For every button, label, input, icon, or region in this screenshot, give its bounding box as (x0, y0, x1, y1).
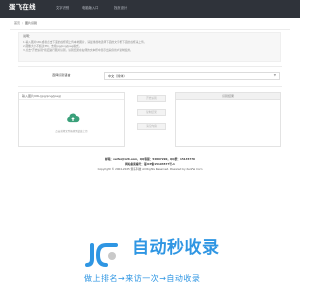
upload-dropzone-hint: 点击或将文件拖拽到此处上传 (55, 130, 88, 133)
instruction-line: 3.点击"开始识别"按钮进行图片识别，识别结果在右侧的文本框中显示出来供用户复制… (23, 48, 133, 53)
image-upload-panel[interactable]: 输入图片URL(jpg/png/jpeg) 点击或将文件拖拽到此处上传 (18, 92, 125, 147)
copy-result-button[interactable]: 复制结果 (137, 109, 166, 116)
breadcrumb-separator: / (21, 21, 23, 25)
breadcrumb-current: 图片识别 (24, 21, 37, 25)
result-title: 识别结果 (176, 93, 280, 100)
breadcrumb-home-link[interactable]: 首页 (14, 21, 20, 25)
watermark-logo: 自动秒收录 做上排名→来访一次→自动收录 (82, 238, 282, 290)
instructions-title: 说明： (23, 34, 33, 38)
cloud-upload-icon (67, 113, 80, 123)
clear-button[interactable]: 清空内容 (137, 123, 166, 130)
watermark-badge-icon (85, 243, 118, 267)
top-navbar: 蛋飞在线 文字识别 电脑版入口 找页设计 (0, 0, 300, 18)
image-url-input[interactable]: 输入图片URL(jpg/png/jpeg) (19, 93, 124, 100)
site-logo[interactable]: 蛋飞在线 (9, 3, 36, 12)
breadcrumb: 首页 / 图片识别 (14, 21, 37, 26)
nav-link-text-recognition[interactable]: 文字识别 (56, 6, 69, 11)
language-select[interactable]: 中文（简体） ▼ (104, 72, 280, 80)
instructions-box: 说明： 1.输入图片URL或者点击下面的虚框把上传本地图片，请最重视地选择下面的… (18, 32, 281, 62)
footer-copyright: Copyright © 2004-2025 浙东科技 All Rights Re… (97, 167, 203, 171)
section-divider (18, 66, 282, 67)
language-selected-value: 中文（简体） (108, 73, 127, 78)
nav-link-design[interactable]: 找页设计 (114, 6, 127, 11)
section-divider (18, 86, 282, 87)
recognize-button[interactable]: 开始识别 (137, 95, 166, 102)
nav-link-desktop-entry[interactable]: 电脑版入口 (82, 6, 98, 11)
result-textarea[interactable] (176, 100, 280, 146)
breadcrumb-divider (10, 29, 290, 30)
footer: 邮箱：xeifei@126.com，QQ客服：54897290，QQ群：1514… (0, 157, 300, 172)
watermark-subtitle: 做上排名→来访一次→自动收录 (84, 274, 201, 283)
language-label: 选择识别语言 (52, 73, 71, 77)
result-panel: 识别结果 (175, 92, 281, 147)
image-url-placeholder: 输入图片URL(jpg/png/jpeg) (22, 94, 62, 98)
watermark-title: 自动秒收录 (132, 238, 220, 258)
chevron-down-icon: ▼ (273, 73, 276, 77)
